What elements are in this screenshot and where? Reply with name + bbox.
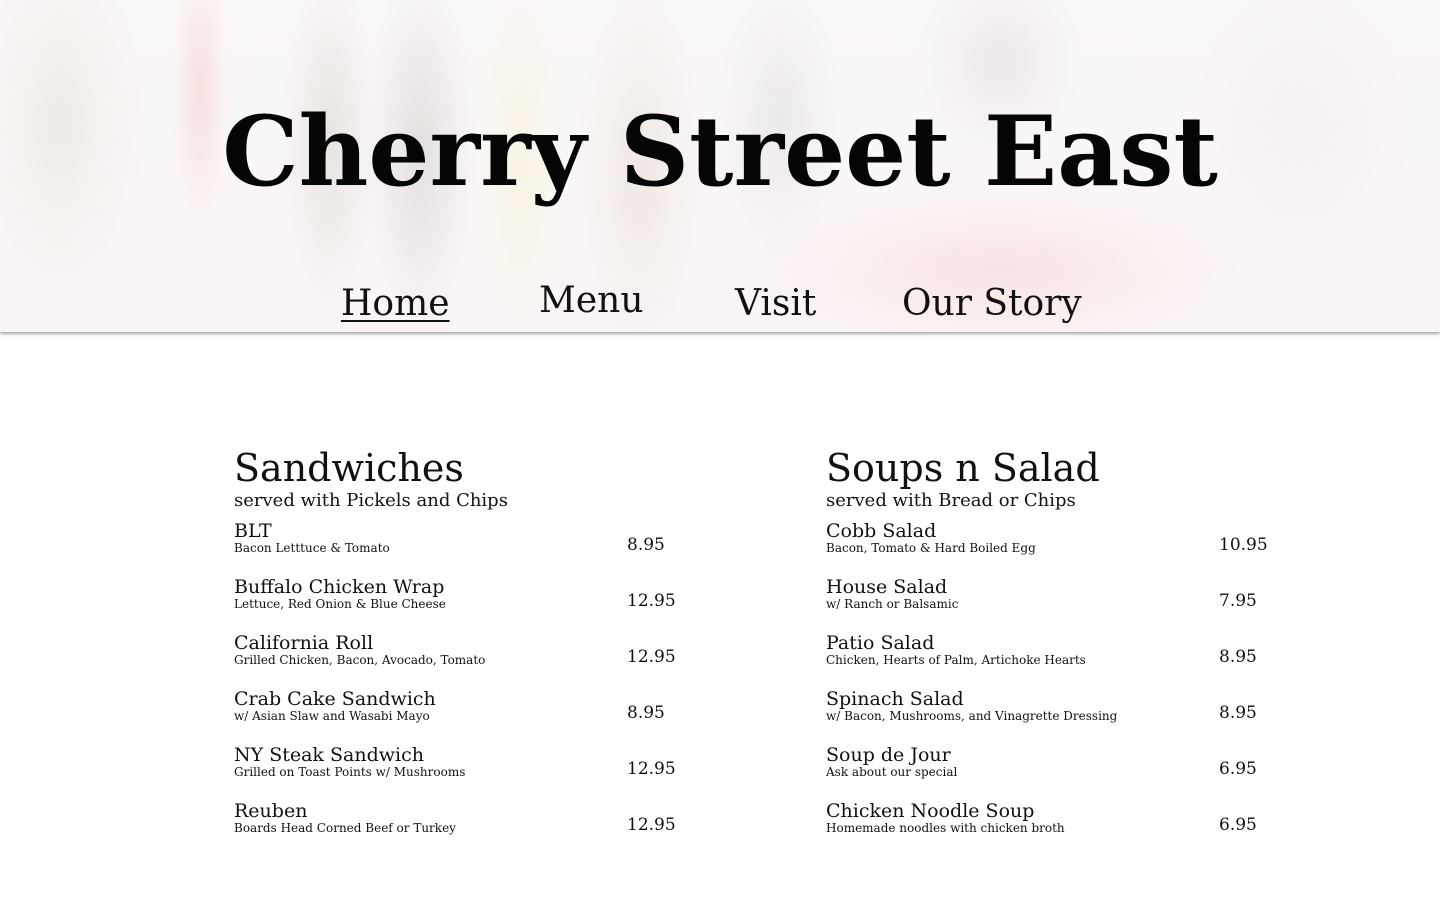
hero-header: Cherry Street East Home Menu Visit Our S… — [0, 0, 1440, 332]
menu-item-price: 12.95 — [627, 591, 676, 611]
menu-item-description: Ask about our special — [826, 765, 958, 779]
menu-item-name: Soup de Jour — [826, 744, 951, 766]
menu-item-name: BLT — [234, 520, 272, 542]
menu-item-name: Crab Cake Sandwich — [234, 688, 436, 710]
menu-item-description: Grilled Chicken, Bacon, Avocado, Tomato — [234, 653, 486, 667]
menu-item-price: 8.95 — [1219, 647, 1257, 667]
menu-item-name: Reuben — [234, 800, 308, 822]
menu-item-price: 6.95 — [1219, 759, 1257, 779]
menu-item-price: 8.95 — [627, 703, 665, 723]
menu-item-description: Lettuce, Red Onion & Blue Cheese — [234, 597, 446, 611]
section-subtitle: served with Bread or Chips — [826, 490, 1076, 511]
menu-item: Reuben Boards Head Corned Beef or Turkey… — [234, 800, 714, 856]
site-title: Cherry Street East — [222, 95, 1218, 208]
menu-item-name: House Salad — [826, 576, 948, 598]
menu-item: Patio Salad Chicken, Hearts of Palm, Art… — [826, 632, 1306, 688]
menu-item-description: Bacon Letttuce & Tomato — [234, 541, 390, 555]
menu-item-price: 8.95 — [1219, 703, 1257, 723]
menu-item: Cobb Salad Bacon, Tomato & Hard Boiled E… — [826, 520, 1306, 576]
section-subtitle: served with Pickels and Chips — [234, 490, 508, 511]
menu-item: Crab Cake Sandwich w/ Asian Slaw and Was… — [234, 688, 714, 744]
section-title: Sandwiches — [234, 446, 464, 490]
menu-item-price: 12.95 — [627, 759, 676, 779]
menu-section-soups-salad: Soups n Salad served with Bread or Chips… — [826, 446, 1306, 835]
menu-item-description: w/ Bacon, Mushrooms, and Vinagrette Dres… — [826, 709, 1118, 723]
section-title: Soups n Salad — [826, 446, 1100, 490]
menu-item-description: Boards Head Corned Beef or Turkey — [234, 821, 456, 835]
menu-item-description: Grilled on Toast Points w/ Mushrooms — [234, 765, 466, 779]
menu-item-name: NY Steak Sandwich — [234, 744, 424, 766]
menu-item-name: Patio Salad — [826, 632, 935, 654]
menu-item-price: 6.95 — [1219, 815, 1257, 835]
menu-item-list: BLT Bacon Letttuce & Tomato 8.95 Buffalo… — [234, 520, 714, 856]
menu-item-name: Cobb Salad — [826, 520, 937, 542]
menu-item: Chicken Noodle Soup Homemade noodles wit… — [826, 800, 1306, 856]
menu-item: House Salad w/ Ranch or Balsamic 7.95 — [826, 576, 1306, 632]
menu-item-name: Spinach Salad — [826, 688, 964, 710]
menu-item-name: California Roll — [234, 632, 374, 654]
nav-link-menu[interactable]: Menu — [539, 279, 644, 323]
menu-item-price: 12.95 — [627, 647, 676, 667]
menu-item: Spinach Salad w/ Bacon, Mushrooms, and V… — [826, 688, 1306, 744]
menu-item-description: Bacon, Tomato & Hard Boiled Egg — [826, 541, 1036, 555]
nav-link-visit[interactable]: Visit — [735, 282, 816, 326]
menu-item: NY Steak Sandwich Grilled on Toast Point… — [234, 744, 714, 800]
menu-item: Soup de Jour Ask about our special 6.95 — [826, 744, 1306, 800]
menu-item-description: w/ Ranch or Balsamic — [826, 597, 959, 611]
nav-link-home[interactable]: Home — [341, 282, 450, 326]
menu-item-price: 8.95 — [627, 535, 665, 555]
menu-item-price: 10.95 — [1219, 535, 1268, 555]
menu-item-description: Chicken, Hearts of Palm, Artichoke Heart… — [826, 653, 1086, 667]
menu-item: California Roll Grilled Chicken, Bacon, … — [234, 632, 714, 688]
menu-item-name: Buffalo Chicken Wrap — [234, 576, 445, 598]
menu-item-list: Cobb Salad Bacon, Tomato & Hard Boiled E… — [826, 520, 1306, 856]
menu-item-price: 7.95 — [1219, 591, 1257, 611]
menu-section-sandwiches: Sandwiches served with Pickels and Chips… — [234, 446, 714, 835]
menu-item-description: Homemade noodles with chicken broth — [826, 821, 1065, 835]
menu-item: Buffalo Chicken Wrap Lettuce, Red Onion … — [234, 576, 714, 632]
nav-link-our-story[interactable]: Our Story — [902, 282, 1082, 326]
menu-item-description: w/ Asian Slaw and Wasabi Mayo — [234, 709, 430, 723]
menu-item-name: Chicken Noodle Soup — [826, 800, 1035, 822]
menu-item: BLT Bacon Letttuce & Tomato 8.95 — [234, 520, 714, 576]
menu-item-price: 12.95 — [627, 815, 676, 835]
